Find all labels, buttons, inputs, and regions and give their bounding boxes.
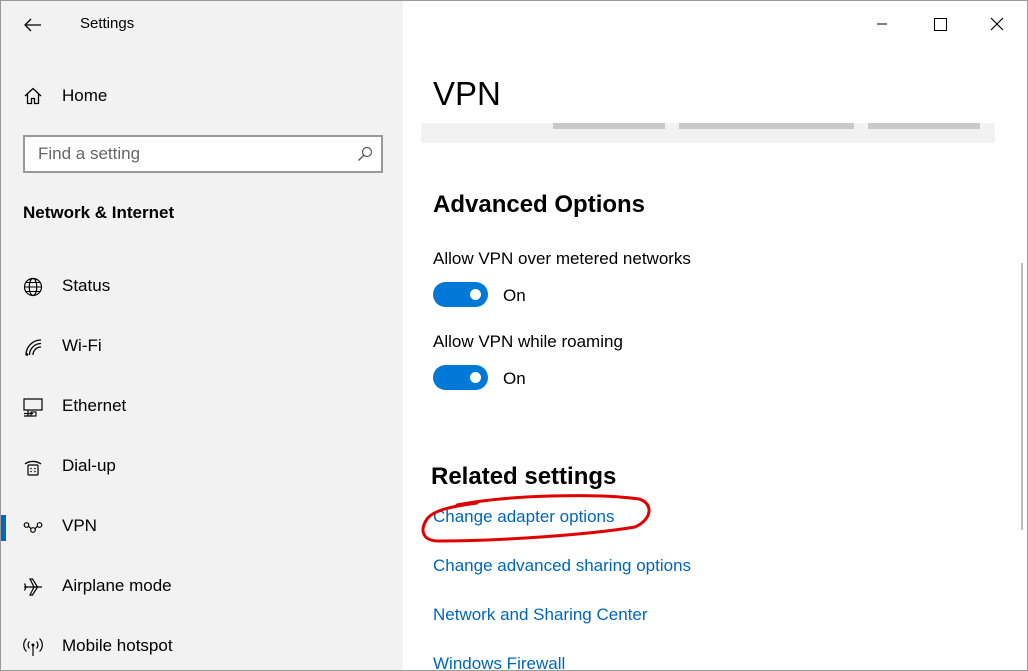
sidebar-item-wifi[interactable]: Wi-Fi (1, 321, 403, 381)
airplane-icon (23, 578, 42, 596)
metered-option-label: Allow VPN over metered networks (433, 249, 691, 268)
roaming-option-label: Allow VPN while roaming (433, 332, 623, 351)
search-icon[interactable] (357, 146, 373, 162)
sidebar-item-label: Wi-Fi (62, 336, 102, 355)
ethernet-icon (23, 398, 43, 417)
toggle-knob (470, 372, 481, 383)
vpn-connection-list-edge (421, 123, 995, 143)
vpn-connection-bar (553, 123, 665, 129)
vpn-connection-bar (679, 123, 854, 129)
sidebar-item-label: Status (62, 276, 111, 295)
home-icon (24, 87, 42, 105)
sidebar-item-label: Airplane mode (62, 576, 172, 595)
advanced-options-heading: Advanced Options (433, 191, 646, 218)
sidebar: Settings Home Network & Internet (1, 1, 403, 670)
sidebar-item-mobile-hotspot[interactable]: Mobile hotspot (1, 621, 403, 670)
sidebar-item-label: VPN (62, 516, 97, 535)
scrollbar[interactable] (1021, 263, 1023, 530)
sidebar-item-dialup[interactable]: Dial-up (1, 441, 403, 501)
windows-firewall-link[interactable]: Windows Firewall (433, 654, 565, 670)
sidebar-item-label: Ethernet (62, 396, 127, 415)
main-content: VPN Advanced Options Allow VPN over mete… (403, 1, 1027, 670)
wifi-icon (25, 339, 42, 356)
dialup-icon (24, 460, 42, 476)
sidebar-item-status[interactable]: Status (1, 261, 403, 321)
section-title: Network & Internet (23, 203, 175, 222)
sidebar-item-home[interactable]: Home (1, 77, 403, 115)
selection-indicator (1, 515, 6, 541)
vpn-connection-bar (868, 123, 980, 129)
metered-toggle-state: On (503, 286, 526, 305)
network-sharing-center-link[interactable]: Network and Sharing Center (433, 605, 648, 625)
settings-window: Settings Home Network & Internet (0, 0, 1028, 671)
back-arrow-icon (24, 18, 41, 32)
sidebar-item-label: Dial-up (62, 456, 116, 475)
related-settings-heading: Related settings (431, 463, 617, 490)
globe-icon (23, 277, 43, 297)
hotspot-icon (23, 638, 43, 656)
roaming-toggle[interactable] (433, 365, 488, 390)
back-button[interactable] (15, 9, 51, 41)
sidebar-item-ethernet[interactable]: Ethernet (1, 381, 403, 441)
sidebar-item-airplane-mode[interactable]: Airplane mode (1, 561, 403, 621)
app-title: Settings (80, 15, 135, 32)
roaming-toggle-state: On (503, 369, 526, 388)
metered-toggle[interactable] (433, 282, 488, 307)
sidebar-nav: Status Wi-Fi Ethernet Dial-up VPN Airpla… (1, 261, 403, 670)
vpn-icon (23, 522, 43, 533)
page-title: VPN (433, 75, 501, 112)
sidebar-item-label: Mobile hotspot (62, 636, 173, 655)
change-adapter-options-link[interactable]: Change adapter options (433, 507, 614, 527)
sidebar-item-vpn[interactable]: VPN (1, 501, 403, 561)
sidebar-item-label: Home (62, 86, 108, 105)
search-input[interactable] (25, 137, 345, 171)
change-advanced-sharing-link[interactable]: Change advanced sharing options (433, 556, 691, 576)
toggle-knob (470, 289, 481, 300)
search-box[interactable] (23, 135, 383, 173)
